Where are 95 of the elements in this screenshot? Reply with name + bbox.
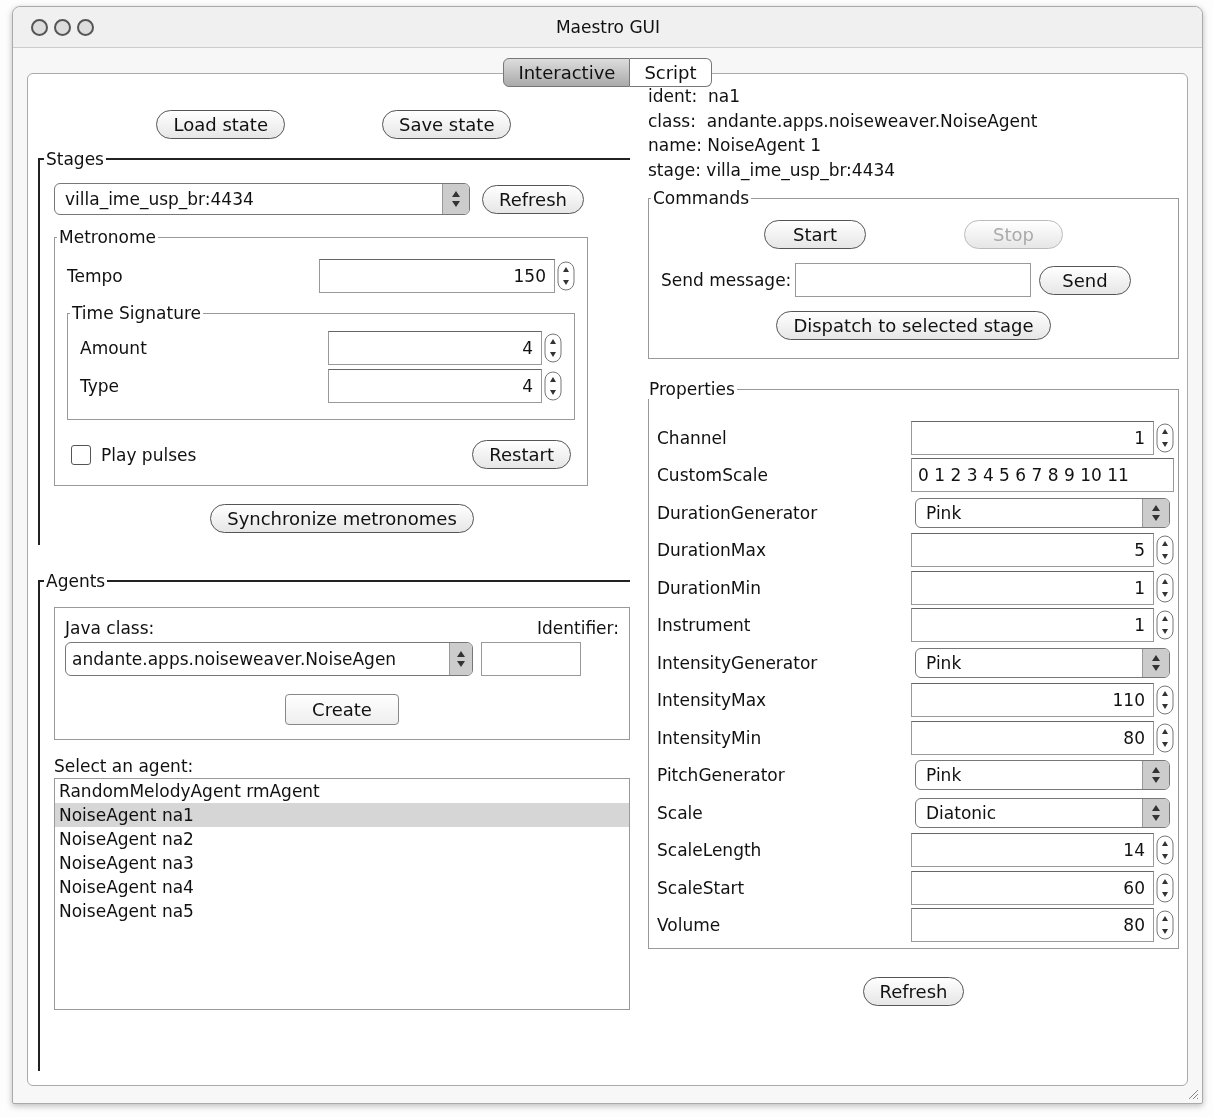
combo-arrows-icon [456,650,466,668]
property-label: CustomScale [657,465,769,486]
field-label: Amount [80,338,147,358]
zoom-button[interactable] [77,18,94,36]
stepper-icon[interactable] [1156,572,1174,603]
field-label: Java class: [65,618,155,638]
dropdown[interactable]: Diatonic [915,797,1170,828]
stepper-icon[interactable] [1156,535,1174,566]
property-label: Scale [657,802,704,823]
field-label: Tempo [67,266,123,286]
stepper-icon[interactable] [1156,835,1174,866]
stepper-icon[interactable] [1156,422,1174,453]
dropdown[interactable]: Pink [915,647,1170,678]
combo-arrows-icon [1151,653,1161,672]
stepper-icon[interactable] [1156,685,1174,716]
number-field[interactable]: 110 [911,683,1154,718]
checkbox[interactable] [71,444,91,465]
agent-detail: name: NoiseAgent 1 [648,134,823,157]
minimize-button[interactable] [54,18,71,36]
create-button[interactable]: Create [285,694,399,725]
agent-item[interactable]: NoiseAgent na3 [55,851,629,875]
group-title: Metronome [58,227,157,247]
dropdown[interactable]: Pink [915,497,1170,528]
agent-detail: stage: villa_ime_usp_br:4434 [648,158,897,182]
combo-arrows-icon [1151,803,1161,822]
tab[interactable]: Script [630,58,712,87]
agent-item[interactable]: NoiseAgent na1 [55,803,629,827]
property-label: ScaleStart [657,877,746,898]
agent-item[interactable]: NoiseAgent na2 [55,827,629,851]
combo-arrows-icon [1151,503,1161,522]
number-field[interactable]: 1 [911,608,1154,643]
identifier-field[interactable] [481,642,581,676]
stepper-icon[interactable] [1156,910,1174,941]
agent-detail: ident: na1 [648,85,741,108]
combo-arrows-icon [451,190,461,208]
number-field[interactable]: 80 [911,720,1154,755]
synchronize-button[interactable]: Synchronize metronomes [210,504,474,533]
field-label: Type [80,376,120,396]
restart-button[interactable]: Restart [472,440,571,469]
property-label: DurationMax [657,540,767,561]
property-label: DurationMin [657,577,762,598]
number-field[interactable]: 5 [911,533,1154,568]
stepper-icon[interactable] [544,333,562,363]
number-field[interactable]: 1 [911,420,1154,455]
number-field[interactable]: 4 [328,369,542,403]
number-field[interactable]: 80 [911,908,1154,943]
stepper-icon[interactable] [557,261,575,291]
state-button[interactable]: Load state [156,110,285,139]
close-button[interactable] [31,18,48,36]
property-label: ScaleLength [657,840,763,861]
resize-grip-icon[interactable] [1187,1088,1199,1100]
group-title: Commands [652,188,751,208]
property-label: IntensityGenerator [657,652,819,673]
state-button[interactable]: Save state [381,110,512,139]
number-field[interactable]: 14 [911,833,1154,868]
group-title: Agents [45,571,107,591]
dispatch-button[interactable]: Dispatch to selected stage [776,311,1051,340]
number-field[interactable]: 1 [911,570,1154,605]
stepper-icon[interactable] [1156,610,1174,641]
stepper-icon[interactable] [1156,872,1174,903]
property-label: DurationGenerator [657,502,819,523]
command-button[interactable]: Start [764,220,866,249]
refresh-button[interactable]: Refresh [482,184,584,214]
window-title: Maestro GUI [554,17,662,37]
send-button[interactable]: Send [1039,265,1131,295]
refresh-button[interactable]: Refresh [862,977,965,1006]
stepper-icon[interactable] [544,371,562,401]
group-title: Stages [45,149,105,169]
agent-item[interactable]: NoiseAgent na5 [55,899,629,923]
combo-arrows-icon [1151,766,1161,785]
property-label: PitchGenerator [657,765,786,786]
text-field[interactable]: 0 1 2 3 4 5 6 7 8 9 10 11 [911,458,1174,493]
number-field[interactable]: 60 [911,870,1154,905]
tab[interactable]: Interactive [503,58,631,87]
class-dropdown[interactable]: andante.apps.noiseweaver.NoiseAgen [65,642,473,676]
stepper-icon[interactable] [1156,722,1174,753]
agent-item[interactable]: NoiseAgent na4 [55,875,629,899]
agent-detail: class: andante.apps.noiseweaver.NoiseAgent [648,109,1039,133]
message-field[interactable] [795,263,1032,297]
agent-item[interactable]: RandomMelodyAgent rmAgent [55,779,629,803]
field-label: Send message: [661,270,792,290]
number-field[interactable]: 150 [319,259,555,293]
number-field[interactable]: 4 [328,331,542,365]
checkbox-label: Play pulses [101,444,197,465]
property-label: Volume [657,915,722,936]
group-title: Time Signature [71,303,203,323]
group-title: Properties [648,379,736,399]
stage-dropdown[interactable]: villa_ime_usp_br:4434 [54,183,470,215]
field-label: Identifier: [537,618,619,638]
property-label: Instrument [657,615,752,636]
list-label: Select an agent: [54,756,195,776]
property-label: IntensityMax [657,690,768,711]
dropdown[interactable]: Pink [915,760,1170,791]
property-label: IntensityMin [657,727,763,748]
property-label: Channel [657,427,728,448]
